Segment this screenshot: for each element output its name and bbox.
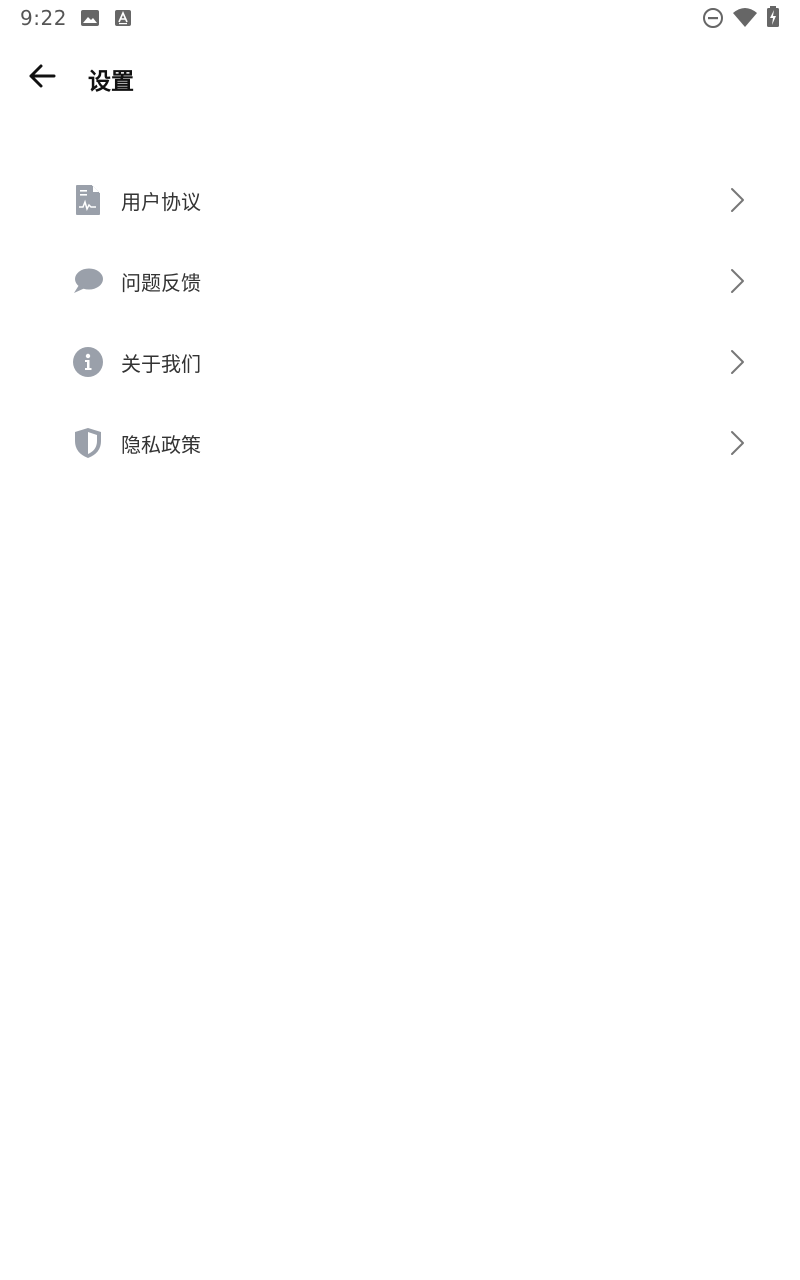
- menu-item-label: 隐私政策: [121, 433, 201, 457]
- menu-item-label: 用户协议: [121, 190, 201, 214]
- wifi-icon: [732, 8, 758, 32]
- menu-item-label: 问题反馈: [121, 271, 201, 295]
- menu-item-label: 关于我们: [121, 352, 201, 376]
- shield-icon: [70, 426, 106, 460]
- document-icon: [70, 183, 106, 217]
- status-time: 9:22: [20, 6, 67, 30]
- chevron-right-icon: [726, 349, 748, 375]
- chevron-right-icon: [726, 268, 748, 294]
- page-title: 设置: [88, 69, 134, 95]
- battery-charging-icon: [766, 6, 780, 32]
- status-bar: 9:22: [0, 0, 800, 36]
- arrow-left-icon: [28, 63, 56, 93]
- settings-menu: 用户协议 问题反馈 关于我们 隐私政策: [0, 159, 800, 483]
- chevron-right-icon: [726, 430, 748, 456]
- menu-item-user-agreement[interactable]: 用户协议: [0, 159, 800, 240]
- image-icon: [80, 9, 100, 31]
- app-bar: 设置: [0, 36, 800, 120]
- info-icon: [70, 345, 106, 379]
- menu-item-feedback[interactable]: 问题反馈: [0, 240, 800, 321]
- do-not-disturb-icon: [702, 7, 724, 33]
- back-button[interactable]: [20, 58, 64, 98]
- font-icon: [114, 9, 132, 31]
- menu-item-privacy-policy[interactable]: 隐私政策: [0, 402, 800, 483]
- chat-bubble-icon: [70, 264, 106, 298]
- chevron-right-icon: [726, 187, 748, 213]
- menu-item-about-us[interactable]: 关于我们: [0, 321, 800, 402]
